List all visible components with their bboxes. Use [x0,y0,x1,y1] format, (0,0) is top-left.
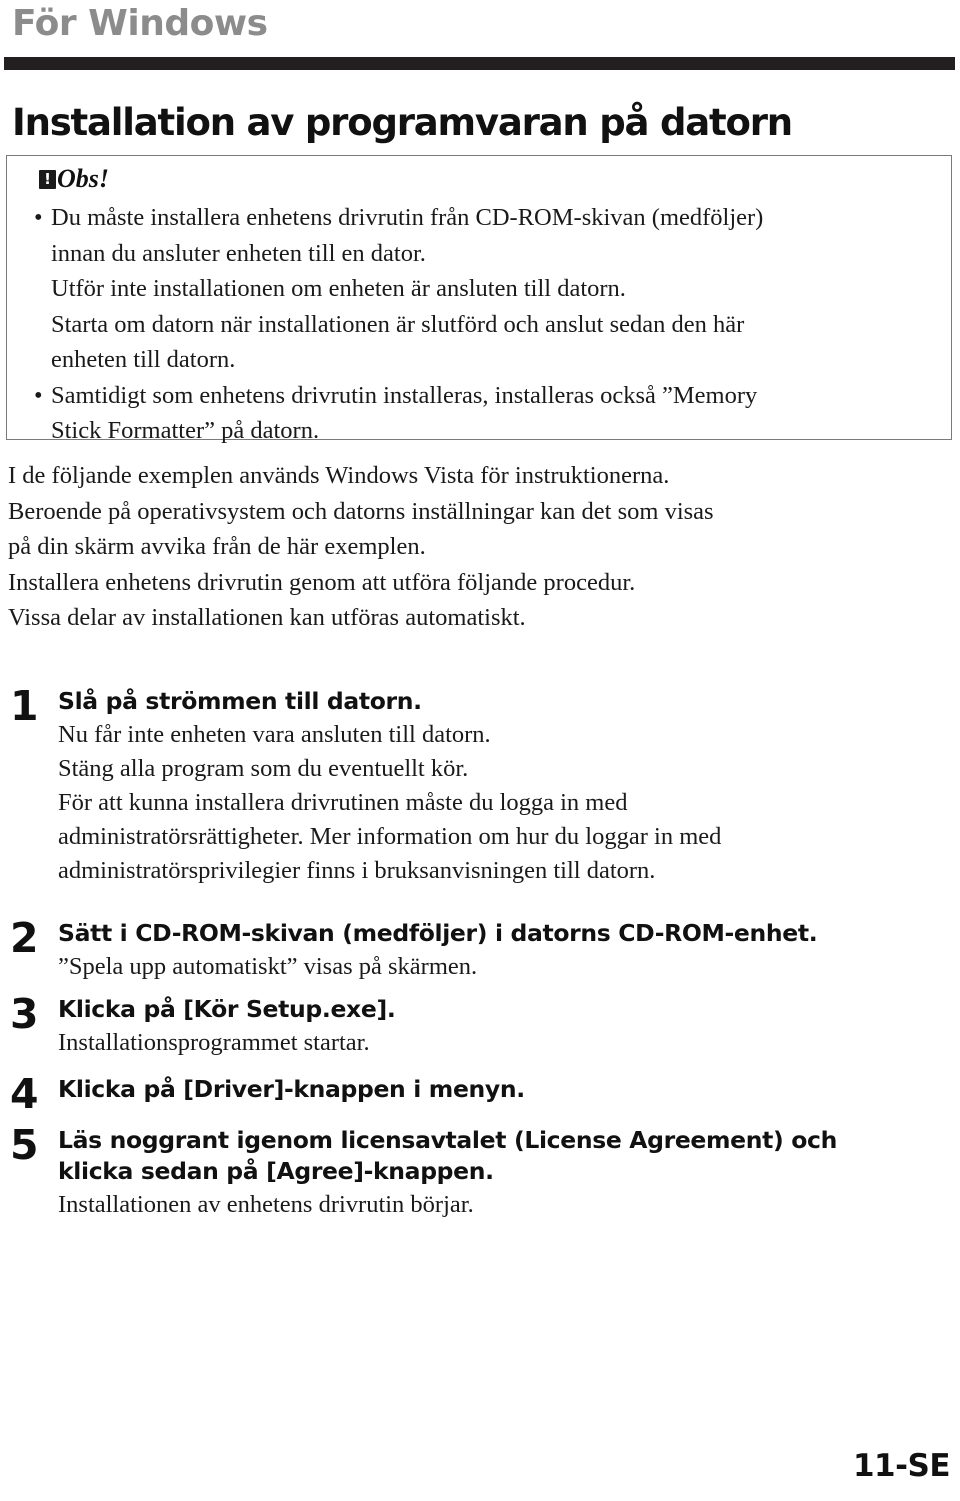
step-title: Klicka på [Driver]-knappen i menyn. [58,1074,960,1105]
step-description: ”Spela upp automatiskt” visas på skärmen… [58,950,960,984]
warning-exclamation-icon: ! [39,169,56,189]
step-item-3: 3 Klicka på [Kör Setup.exe]. Installatio… [0,994,960,1060]
step-title-line: Läs noggrant igenom licensavtalet (Licen… [58,1126,837,1154]
step-description: Installationen av enhetens drivrutin bör… [58,1188,960,1222]
section-label: För Windows [12,3,268,44]
step-title: Klicka på [Kör Setup.exe]. [58,994,960,1025]
step-item-1: 1 Slå på strömmen till datorn. Nu får in… [0,686,960,888]
step-item-2: 2 Sätt i CD-ROM-skivan (medföljer) i dat… [0,918,960,984]
steps-list: 1 Slå på strömmen till datorn. Nu får in… [0,686,960,1222]
step-title-line: Klicka på [Kör Setup.exe]. [58,995,396,1023]
step-description: Nu får inte enheten vara ansluten till d… [58,718,960,888]
notice-bullet-1: • Du måste installera enhetens drivrutin… [33,200,923,378]
step-number: 2 [10,914,39,962]
page-number: 11-SE [852,1448,951,1484]
notice-heading-label: Obs! [57,164,110,193]
notice-line: Du måste installera enhetens drivrutin f… [51,204,764,231]
step-desc-line: Nu får inte enheten vara ansluten till d… [58,721,491,748]
step-desc-line: För att kunna installera drivrutinen mås… [58,789,628,816]
step-spacer [0,888,960,918]
bullet-marker: • [34,204,43,231]
intro-paragraph: I de följande exemplen används Windows V… [8,458,938,636]
notice-line: Utför inte installationen om enheten är … [51,275,626,302]
step-spacer [0,1105,960,1125]
notice-bullet-2: • Samtidigt som enhetens drivrutin insta… [33,378,923,449]
notice-line: Starta om datorn när installationen är s… [51,310,745,338]
intro-line: Installera enhetens drivrutin genom att … [8,568,636,596]
step-desc-line: administratörsprivilegier finns i bruksa… [58,857,656,884]
step-desc-line: Stäng alla program som du eventuellt kör… [58,755,469,782]
bullet-marker: • [34,381,43,409]
intro-line: Vissa delar av installationen kan utföra… [8,604,526,631]
page-title: Installation av programvaran på datorn [12,100,793,144]
step-description: Installationsprogrammet startar. [58,1026,960,1060]
intro-line: på din skärm avvika från de här exemplen… [8,533,426,560]
intro-line: Beroende på operativsystem och datorns i… [8,497,714,525]
notice-line: innan du ansluter enheten till en dator. [51,239,426,267]
step-number: 4 [10,1070,39,1118]
step-title-line: Sätt i CD-ROM-skivan (medföljer) i dator… [58,919,818,947]
step-item-5: 5 Läs noggrant igenom licensavtalet (Lic… [0,1125,960,1222]
notice-line: Stick Formatter” på datorn. [51,417,320,444]
notice-line: enheten till datorn. [51,346,236,373]
step-number: 3 [10,990,39,1038]
notice-body: • Du måste installera enhetens drivrutin… [33,200,923,449]
step-title: Läs noggrant igenom licensavtalet (Licen… [58,1125,960,1187]
document-page: För Windows Installation av programvaran… [0,0,960,1501]
step-desc-line: Installationen av enhetens drivrutin bör… [58,1191,474,1218]
step-number: 5 [10,1121,39,1169]
step-spacer [0,984,960,994]
header-rule-bar [4,57,955,70]
notice-line: Samtidigt som enhetens drivrutin install… [51,381,758,409]
step-title-line: Klicka på [Driver]-knappen i menyn. [58,1075,525,1103]
step-desc-line: ”Spela upp automatiskt” visas på skärmen… [58,953,478,980]
step-item-4: 4 Klicka på [Driver]-knappen i menyn. [0,1074,960,1115]
step-spacer [0,1060,960,1074]
step-desc-line: Installationsprogrammet startar. [58,1029,370,1056]
intro-line: I de följande exemplen används Windows V… [8,462,670,489]
step-desc-line: administratörsrättigheter. Mer informati… [58,823,722,850]
step-title: Sätt i CD-ROM-skivan (medföljer) i dator… [58,918,960,949]
step-title-line: klicka sedan på [Agree]-knappen. [58,1157,494,1185]
step-number: 1 [10,682,39,730]
notice-box: ! Obs! • Du måste installera enhetens dr… [6,155,952,444]
step-title-line: Slå på strömmen till datorn. [58,687,422,715]
step-title: Slå på strömmen till datorn. [58,686,960,717]
notice-heading: ! Obs! [39,166,109,192]
